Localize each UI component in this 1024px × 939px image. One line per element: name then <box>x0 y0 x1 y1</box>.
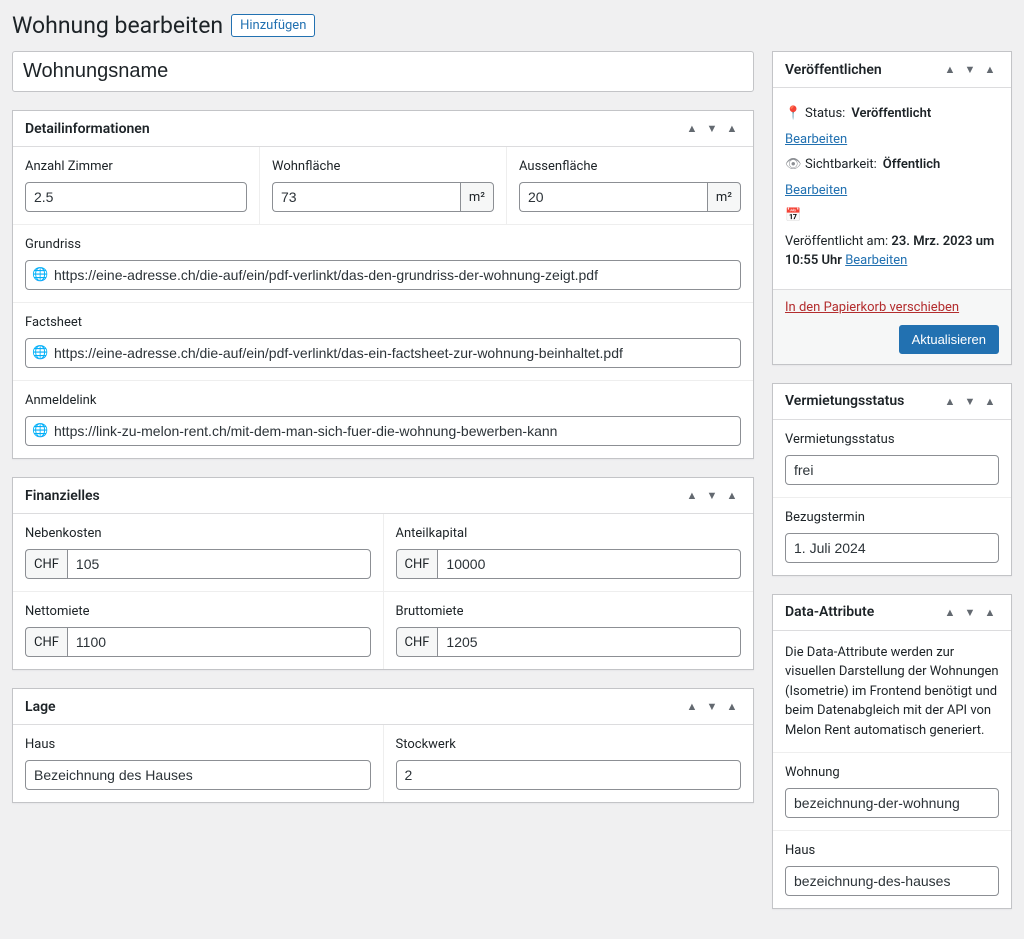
house-input[interactable] <box>25 760 371 790</box>
update-button[interactable]: Aktualisieren <box>899 325 999 354</box>
chevron-up-icon[interactable]: ▲ <box>683 698 701 716</box>
applylink-input[interactable] <box>25 416 741 446</box>
rental-status-input[interactable] <box>785 455 999 485</box>
chevron-up-icon[interactable]: ▲ <box>941 392 959 410</box>
eye-icon: 👁 <box>785 155 799 175</box>
outdoor-area-unit: m² <box>707 182 741 212</box>
share-capital-label: Anteilkapital <box>396 526 742 541</box>
currency-prefix: CHF <box>25 549 67 579</box>
chevron-down-icon[interactable]: ▼ <box>961 603 979 621</box>
publish-box-title: Veröffentlichen <box>785 62 882 78</box>
location-box: Lage ▲ ▼ ▲ Haus Stockwerk <box>12 688 754 803</box>
chevron-up-icon[interactable]: ▲ <box>683 487 701 505</box>
calendar-icon: 📅 <box>785 206 799 226</box>
detail-box: Detailinformationen ▲ ▼ ▲ Anzahl Zimmer … <box>12 110 754 459</box>
edit-date-link[interactable]: Bearbeiten <box>845 253 907 268</box>
factsheet-label: Factsheet <box>25 315 741 330</box>
outdoor-area-label: Aussenfläche <box>519 159 741 174</box>
chevron-up-icon[interactable]: ▲ <box>941 603 959 621</box>
extra-costs-input[interactable] <box>67 549 371 579</box>
rooms-input[interactable] <box>25 182 247 212</box>
floorplan-input[interactable] <box>25 260 741 290</box>
detail-box-title: Detailinformationen <box>25 121 150 137</box>
rooms-label: Anzahl Zimmer <box>25 159 247 174</box>
post-title-input[interactable] <box>12 51 754 92</box>
data-attr-box-title: Data-Attribute <box>785 604 874 620</box>
net-rent-label: Nettomiete <box>25 604 371 619</box>
chevron-down-icon[interactable]: ▼ <box>703 487 721 505</box>
rental-box-title: Vermietungsstatus <box>785 393 904 409</box>
edit-status-link[interactable]: Bearbeiten <box>785 130 847 150</box>
finance-box-title: Finanzielles <box>25 488 100 504</box>
currency-prefix: CHF <box>25 627 67 657</box>
gross-rent-input[interactable] <box>437 627 741 657</box>
published-on-label: Veröffentlicht am: <box>785 234 888 249</box>
chevron-down-icon[interactable]: ▼ <box>703 120 721 138</box>
globe-icon: 🌐 <box>32 346 48 361</box>
floorplan-label: Grundriss <box>25 237 741 252</box>
gross-rent-label: Bruttomiete <box>396 604 742 619</box>
toggle-icon[interactable]: ▲ <box>981 603 999 621</box>
toggle-icon[interactable]: ▲ <box>723 487 741 505</box>
toggle-icon[interactable]: ▲ <box>981 61 999 79</box>
pin-icon: 📍 <box>785 104 799 124</box>
movein-label: Bezugstermin <box>785 510 999 525</box>
visibility-label: Sichtbarkeit: <box>805 155 877 175</box>
data-house-label: Haus <box>785 843 999 858</box>
living-area-unit: m² <box>460 182 494 212</box>
chevron-down-icon[interactable]: ▼ <box>961 392 979 410</box>
edit-visibility-link[interactable]: Bearbeiten <box>785 181 847 201</box>
outdoor-area-input[interactable] <box>519 182 707 212</box>
publish-box: Veröffentlichen ▲ ▼ ▲ 📍 Status: Veröffen… <box>772 51 1012 365</box>
rental-status-label: Vermietungsstatus <box>785 432 999 447</box>
chevron-up-icon[interactable]: ▲ <box>941 61 959 79</box>
factsheet-input[interactable] <box>25 338 741 368</box>
status-label: Status: <box>805 104 845 124</box>
living-area-label: Wohnfläche <box>272 159 494 174</box>
visibility-value: Öffentlich <box>883 155 940 175</box>
chevron-up-icon[interactable]: ▲ <box>683 120 701 138</box>
extra-costs-label: Nebenkosten <box>25 526 371 541</box>
house-label: Haus <box>25 737 371 752</box>
applylink-label: Anmeldelink <box>25 393 741 408</box>
toggle-icon[interactable]: ▲ <box>723 120 741 138</box>
currency-prefix: CHF <box>396 549 438 579</box>
location-box-title: Lage <box>25 699 56 715</box>
globe-icon: 🌐 <box>32 268 48 283</box>
net-rent-input[interactable] <box>67 627 371 657</box>
add-new-button[interactable]: Hinzufügen <box>231 14 315 38</box>
data-house-input[interactable] <box>785 866 999 896</box>
share-capital-input[interactable] <box>437 549 741 579</box>
toggle-icon[interactable]: ▲ <box>723 698 741 716</box>
chevron-down-icon[interactable]: ▼ <box>961 61 979 79</box>
toggle-icon[interactable]: ▲ <box>981 392 999 410</box>
floor-label: Stockwerk <box>396 737 742 752</box>
data-attr-box: Data-Attribute ▲ ▼ ▲ Die Data-Attribute … <box>772 594 1012 910</box>
chevron-down-icon[interactable]: ▼ <box>703 698 721 716</box>
finance-box: Finanzielles ▲ ▼ ▲ Nebenkosten CHF <box>12 477 754 670</box>
rental-box: Vermietungsstatus ▲ ▼ ▲ Vermietungsstatu… <box>772 383 1012 576</box>
movein-input[interactable] <box>785 533 999 563</box>
page-title: Wohnung bearbeiten <box>12 12 223 39</box>
currency-prefix: CHF <box>396 627 438 657</box>
data-attr-description: Die Data-Attribute werden zur visuellen … <box>773 631 1011 754</box>
globe-icon: 🌐 <box>32 424 48 439</box>
floor-input[interactable] <box>396 760 742 790</box>
data-apartment-input[interactable] <box>785 788 999 818</box>
status-value: Veröffentlicht <box>851 104 931 124</box>
living-area-input[interactable] <box>272 182 460 212</box>
trash-link[interactable]: In den Papierkorb verschieben <box>785 300 959 315</box>
data-apartment-label: Wohnung <box>785 765 999 780</box>
